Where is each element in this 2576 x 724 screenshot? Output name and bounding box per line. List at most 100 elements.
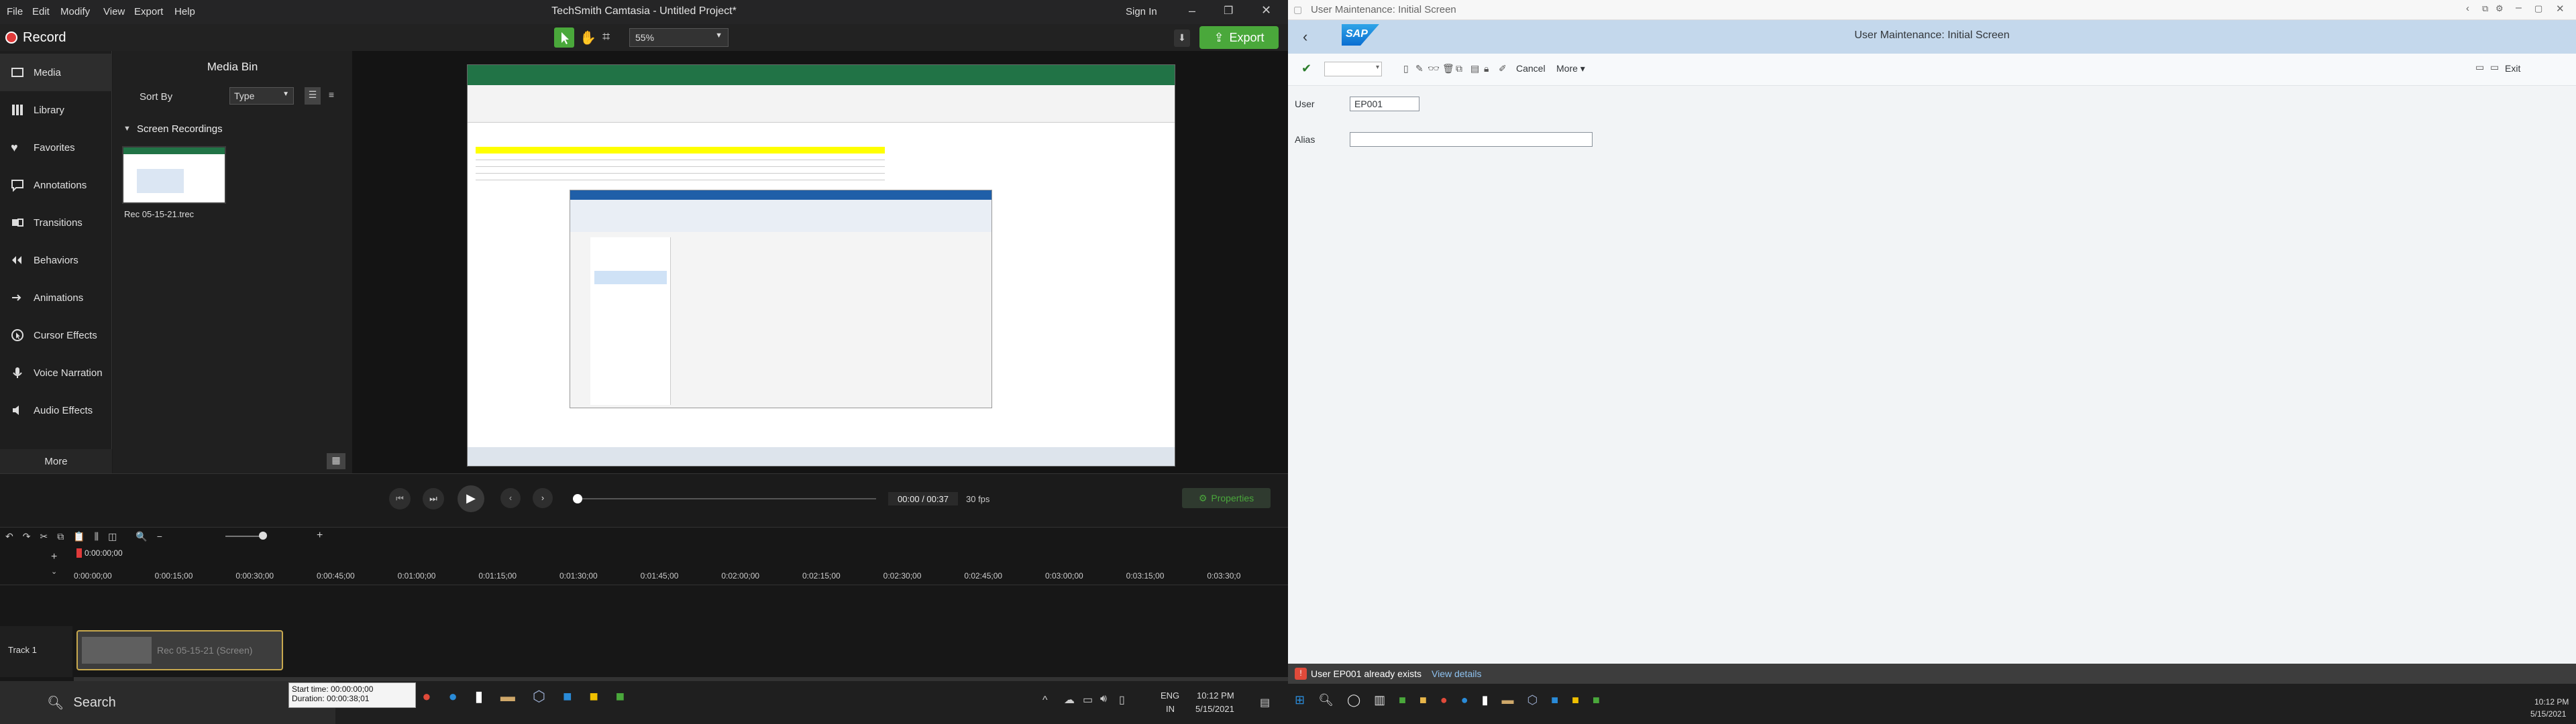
sap-app-icon[interactable]: ▬ — [500, 688, 515, 705]
windows-start-icon[interactable]: ⊞ — [1295, 693, 1305, 707]
cut-icon[interactable]: ✂ — [40, 531, 48, 542]
play-icon[interactable]: ▶ — [458, 485, 484, 512]
copy-icon[interactable]: ⧉ — [1456, 63, 1462, 74]
clock-time[interactable]: 10:12 PM — [1197, 690, 1234, 701]
menu-modify[interactable]: Modify — [60, 6, 90, 17]
playhead-marker[interactable] — [76, 548, 82, 558]
sign-in-link[interactable]: Sign In — [1126, 6, 1157, 17]
recording-preview[interactable] — [467, 64, 1175, 467]
select-tool-button[interactable] — [554, 27, 574, 48]
sort-select[interactable]: Type ▼ — [229, 87, 294, 105]
network-icon[interactable]: ▭ — [1083, 693, 1093, 707]
input-language[interactable]: ENG — [1161, 690, 1179, 701]
recorder-app-icon[interactable]: ■ — [1593, 693, 1600, 707]
close-button[interactable]: ✕ — [2556, 3, 2565, 15]
properties-button[interactable]: ⚙ Properties — [1182, 488, 1271, 508]
chrome-app-icon[interactable]: ● — [422, 688, 431, 705]
sidebar-item-annotations[interactable]: Annotations — [0, 166, 112, 204]
cloud-icon[interactable]: ☁ — [1064, 693, 1075, 707]
pan-tool-icon[interactable]: ✋ — [580, 29, 596, 46]
edit-icon[interactable]: ✎ — [1415, 63, 1424, 74]
s-app-icon[interactable]: ■ — [1551, 693, 1558, 707]
grid-view-icon[interactable]: ▦ — [327, 453, 345, 469]
cube-app-icon[interactable]: ⬡ — [533, 688, 545, 705]
sidebar-item-audio-effects[interactable]: Audio Effects — [0, 391, 112, 429]
view-details-link[interactable]: View details — [1432, 668, 1481, 679]
alias-input[interactable] — [1350, 132, 1593, 147]
document-app-icon[interactable]: ▮ — [1482, 693, 1489, 707]
notifications-icon[interactable]: ▤ — [1260, 696, 1270, 709]
recorder-app-icon[interactable]: ■ — [616, 688, 625, 705]
zoom-out-icon[interactable]: − — [157, 531, 162, 542]
search-icon[interactable]: 🔍︎ — [1318, 693, 1334, 707]
layout-icon[interactable]: ▭ — [2475, 62, 2484, 73]
sidebar-item-behaviors[interactable]: Behaviors — [0, 241, 112, 279]
collapse-triangle-icon[interactable]: ▼ — [123, 125, 131, 133]
edge-app-icon[interactable]: ● — [449, 688, 458, 705]
zoom-icon[interactable]: 🔍 — [136, 531, 147, 542]
menu-export[interactable]: Export — [134, 6, 163, 17]
delete-icon[interactable]: 🗑︎ — [1442, 63, 1454, 74]
zoom-in-icon[interactable]: + — [317, 530, 323, 542]
taskbar-search[interactable]: 🔍︎ Search — [0, 681, 335, 724]
password-icon[interactable]: ✐ — [1499, 63, 1507, 74]
undo-icon[interactable]: ↶ — [5, 531, 13, 542]
fullscreen-icon[interactable]: ▭ — [2490, 62, 2499, 73]
document-app-icon[interactable]: ▮ — [475, 688, 483, 705]
settings-icon[interactable]: ⚙ — [2496, 3, 2504, 14]
clock-time[interactable]: 10:12 PM — [2534, 697, 2569, 707]
command-field[interactable]: ▾ — [1324, 62, 1382, 76]
copy-icon[interactable]: ⧉ — [57, 531, 64, 542]
cancel-button[interactable]: Cancel — [1516, 63, 1546, 74]
step-forward-icon[interactable]: ⏭ — [423, 488, 444, 509]
sidebar-item-favorites[interactable]: ♥ Favorites — [0, 129, 112, 166]
sidebar-item-cursor-effects[interactable]: Cursor Effects — [0, 316, 112, 354]
menu-file[interactable]: File — [7, 6, 23, 17]
chrome-app-icon[interactable]: ● — [1440, 693, 1448, 707]
rename-icon[interactable]: ▤ — [1470, 63, 1479, 74]
clip-thumbnail[interactable] — [122, 146, 226, 204]
edge-app-icon[interactable]: ● — [1461, 693, 1468, 707]
time-ruler[interactable]: 0:00:00;00 0:00:15;00 0:00:30;00 0:00:45;00… — [74, 571, 1288, 583]
s-app-icon[interactable]: ■ — [563, 688, 572, 705]
step-back-icon[interactable]: ⏮ — [389, 488, 411, 509]
add-track-icon[interactable]: + — [51, 551, 57, 563]
sidebar-item-library[interactable]: Library — [0, 91, 112, 129]
close-button[interactable]: ✕ — [1261, 3, 1271, 17]
zoom-select[interactable]: 55% ▼ — [629, 28, 729, 47]
record-button[interactable]: Record — [5, 27, 79, 48]
menu-view[interactable]: View — [103, 6, 125, 17]
customize-icon[interactable]: ⧉ — [2482, 3, 2488, 14]
redo-icon[interactable]: ↷ — [23, 531, 31, 542]
scrub-handle[interactable] — [573, 494, 582, 503]
list-view-icon[interactable]: ☰ — [305, 87, 321, 105]
exit-button[interactable]: Exit — [2505, 63, 2520, 74]
create-icon[interactable]: ▯ — [1403, 63, 1409, 74]
menu-help[interactable]: Help — [174, 6, 195, 17]
split-icon[interactable]: ⫼ — [95, 531, 99, 542]
more-button[interactable]: More ▾ — [1556, 63, 1585, 74]
tray-chevron-icon[interactable]: ^ — [1042, 695, 1048, 707]
minimize-button[interactable]: – — [1189, 4, 1195, 18]
maximize-button[interactable]: ❐ — [1224, 4, 1233, 17]
sap-app-icon[interactable]: ▬ — [1502, 693, 1514, 707]
more-button[interactable]: More — [0, 449, 112, 473]
download-icon[interactable]: ⬇ — [1174, 29, 1190, 47]
snapshot-icon[interactable]: ◫ — [108, 531, 117, 542]
user-input[interactable] — [1350, 97, 1419, 111]
sidebar-item-media[interactable]: Media — [0, 54, 112, 91]
lock-icon[interactable]: 🔒︎ — [1484, 63, 1489, 74]
back-icon[interactable]: ‹ — [2466, 3, 2469, 14]
widgets-icon[interactable]: ▥ — [1374, 693, 1385, 707]
battery-icon[interactable]: ▯ — [1119, 693, 1125, 707]
menu-edit[interactable]: Edit — [32, 6, 50, 17]
export-button[interactable]: ⇪ Export — [1199, 26, 1279, 49]
display-icon[interactable]: 👓︎ — [1428, 63, 1440, 74]
sidebar-item-transitions[interactable]: Transitions — [0, 204, 112, 241]
timeline-clip[interactable]: Rec 05-15-21 (Screen) — [76, 630, 283, 670]
task-view-icon[interactable]: ◯ — [1347, 693, 1360, 707]
scrub-track[interactable] — [574, 498, 876, 499]
sidebar-item-voice-narration[interactable]: Voice Narration — [0, 354, 112, 391]
sort-order-icon[interactable]: ≡ — [323, 87, 339, 105]
previous-icon[interactable]: ‹ — [500, 488, 521, 508]
